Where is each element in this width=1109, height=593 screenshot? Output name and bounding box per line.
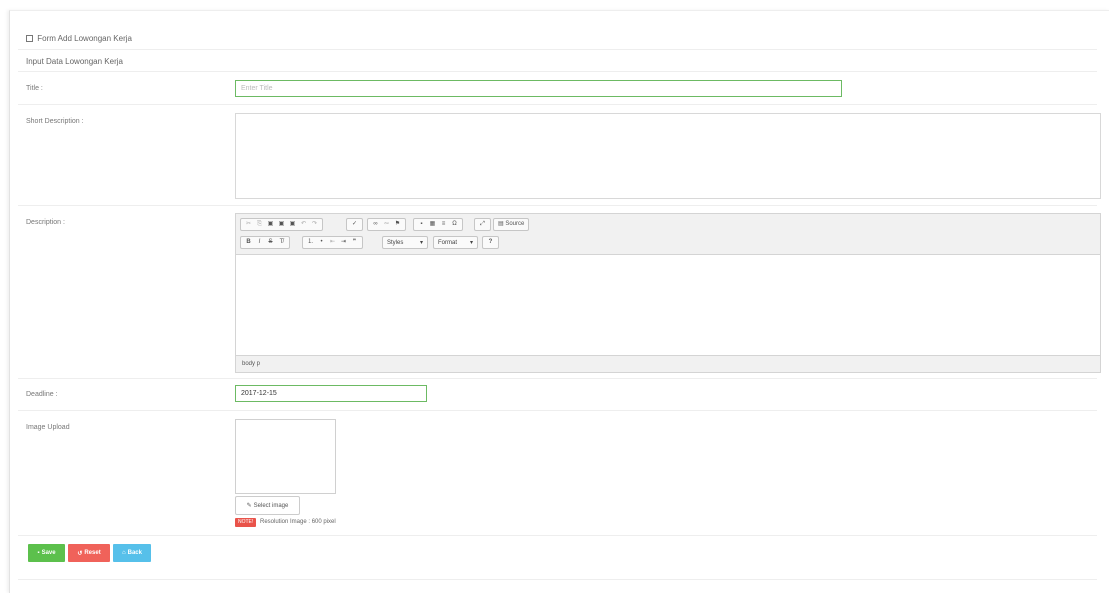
undo-icon[interactable]: ↶ bbox=[299, 220, 308, 229]
document-group: ▤ Source bbox=[493, 218, 530, 231]
remove-format-icon[interactable]: T̸ bbox=[277, 238, 286, 247]
reset-button[interactable]: ↺ Reset bbox=[68, 544, 110, 562]
divider bbox=[18, 71, 1097, 72]
link-icon[interactable]: ∞ bbox=[371, 220, 380, 229]
divider bbox=[18, 535, 1097, 536]
panel-header: Form Add Lowongan Kerja bbox=[26, 34, 132, 43]
source-label: Source bbox=[505, 221, 525, 227]
maximize-icon[interactable]: ⤢ bbox=[478, 220, 487, 229]
editor-element-path[interactable]: body p bbox=[236, 355, 1100, 372]
italic-icon[interactable]: I bbox=[255, 238, 264, 247]
insert-group: ▪ ▦ ≡ Ω bbox=[413, 218, 463, 231]
image-preview bbox=[235, 419, 336, 494]
select-image-button[interactable]: ✎ Select image bbox=[235, 496, 300, 515]
format-dropdown[interactable]: Format ▾ bbox=[433, 236, 478, 249]
title-placeholder: Enter Title bbox=[241, 85, 273, 92]
chevron-down-icon: ▾ bbox=[419, 240, 423, 246]
numbered-list-icon[interactable]: ⒈ bbox=[306, 238, 315, 247]
save-button[interactable]: ▪ Save bbox=[28, 544, 65, 562]
deadline-input[interactable]: 2017-12-15 bbox=[235, 385, 427, 402]
styles-label: Styles bbox=[387, 239, 404, 246]
note-text: Resolution Image : 600 pixel bbox=[260, 519, 336, 525]
anchor-icon[interactable]: ⚑ bbox=[393, 220, 402, 229]
reset-icon: ↺ bbox=[77, 550, 83, 557]
pencil-icon: ✎ bbox=[246, 503, 252, 509]
divider bbox=[18, 49, 1097, 50]
title-input[interactable]: Enter Title bbox=[235, 80, 842, 97]
format-label: Format bbox=[438, 239, 458, 246]
home-icon: ⌂ bbox=[122, 550, 126, 556]
horizontal-line-icon[interactable]: ≡ bbox=[439, 220, 448, 229]
panel-title: Form Add Lowongan Kerja bbox=[37, 34, 132, 43]
paste-icon[interactable]: ▣ bbox=[266, 220, 275, 229]
rich-text-editor: ✂ ⎘ ▣ ▣ ▣ ↶ ↷ ✓ ∞ ∾ ⚑ ▪ ▦ ≡ Ω ⤢ ▤ Source… bbox=[235, 213, 1101, 373]
deadline-value: 2017-12-15 bbox=[241, 390, 277, 397]
strike-icon[interactable]: S bbox=[266, 238, 275, 247]
divider bbox=[18, 104, 1097, 105]
description-label: Description : bbox=[26, 219, 65, 226]
spell-group: ✓ bbox=[346, 218, 363, 231]
save-icon: ▪ bbox=[37, 550, 40, 556]
help-button[interactable]: ? bbox=[486, 238, 495, 247]
source-button[interactable]: ▤ Source bbox=[497, 220, 525, 229]
bold-icon[interactable]: B bbox=[244, 238, 253, 247]
paste-word-icon[interactable]: ▣ bbox=[288, 220, 297, 229]
styles-dropdown[interactable]: Styles ▾ bbox=[382, 236, 428, 249]
cut-icon[interactable]: ✂ bbox=[244, 220, 253, 229]
image-icon[interactable]: ▪ bbox=[417, 220, 426, 229]
redo-icon[interactable]: ↷ bbox=[310, 220, 319, 229]
divider bbox=[18, 410, 1097, 411]
unlink-icon[interactable]: ∾ bbox=[382, 220, 391, 229]
save-label: Save bbox=[41, 550, 56, 556]
paragraph-group: ⒈ • ⇤ ⇥ ❞ bbox=[302, 236, 363, 249]
divider bbox=[18, 579, 1097, 580]
table-icon[interactable]: ▦ bbox=[428, 220, 437, 229]
back-button[interactable]: ⌂ Back bbox=[113, 544, 151, 562]
about-group: ? bbox=[482, 236, 499, 249]
link-group: ∞ ∾ ⚑ bbox=[367, 218, 406, 231]
spellcheck-icon[interactable]: ✓ bbox=[350, 220, 359, 229]
basicstyles-group: B I S T̸ bbox=[240, 236, 290, 249]
deadline-label: Deadline : bbox=[26, 391, 58, 398]
title-label: Title : bbox=[26, 85, 43, 92]
clipboard-group: ✂ ⎘ ▣ ▣ ▣ ↶ ↷ bbox=[240, 218, 323, 231]
reset-label: Reset bbox=[84, 550, 101, 556]
editor-toolbar: ✂ ⎘ ▣ ▣ ▣ ↶ ↷ ✓ ∞ ∾ ⚑ ▪ ▦ ≡ Ω ⤢ ▤ Source… bbox=[236, 214, 1100, 255]
special-char-icon[interactable]: Ω bbox=[450, 220, 459, 229]
tools-group: ⤢ bbox=[474, 218, 491, 231]
back-label: Back bbox=[127, 550, 142, 556]
blockquote-icon[interactable]: ❞ bbox=[350, 238, 359, 247]
indent-icon[interactable]: ⇥ bbox=[339, 238, 348, 247]
copy-icon[interactable]: ⎘ bbox=[255, 220, 264, 229]
source-icon: ▤ bbox=[498, 221, 504, 227]
paste-text-icon[interactable]: ▣ bbox=[277, 220, 286, 229]
note-badge: NOTE! bbox=[235, 518, 257, 527]
chevron-down-icon: ▾ bbox=[469, 240, 473, 246]
outdent-icon[interactable]: ⇤ bbox=[328, 238, 337, 247]
select-image-label: Select image bbox=[253, 502, 289, 509]
image-upload-label: Image Upload bbox=[26, 424, 70, 431]
divider bbox=[18, 378, 1097, 379]
divider bbox=[18, 205, 1097, 206]
panel-subtitle: Input Data Lowongan Kerja bbox=[26, 57, 123, 66]
editor-content-area[interactable] bbox=[236, 255, 1100, 355]
short-description-label: Short Description : bbox=[26, 118, 84, 125]
form-icon bbox=[26, 35, 33, 42]
bulleted-list-icon[interactable]: • bbox=[317, 238, 326, 247]
short-description-textarea[interactable] bbox=[235, 113, 1101, 199]
